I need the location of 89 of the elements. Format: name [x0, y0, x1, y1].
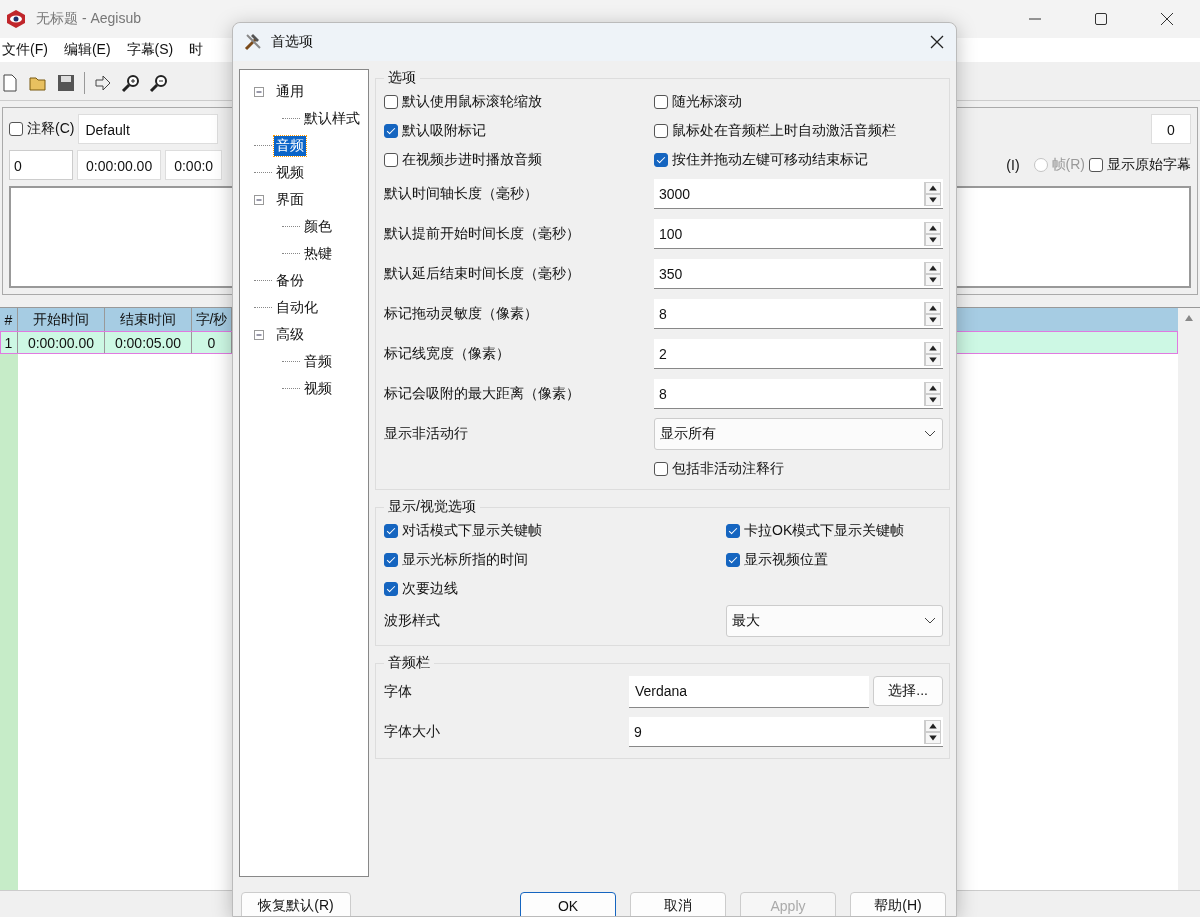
group-title: 音频栏 [387, 654, 431, 672]
start-time-field[interactable]: 0:00:00.00 [77, 150, 162, 180]
window-title: 无标题 - Aegisub [36, 10, 142, 28]
show-original-checkbox[interactable]: 显示原始字幕 [1089, 156, 1191, 174]
arrow-icon[interactable] [93, 73, 113, 93]
spin-up-icon[interactable] [925, 181, 941, 194]
number-field[interactable]: 350 [654, 259, 943, 289]
option-checkbox[interactable]: 鼠标处在音频栏上时自动激活音频栏 [654, 121, 896, 140]
option-checkbox[interactable]: 随光标滚动 [654, 92, 742, 111]
tree-item[interactable]: 视频 [302, 378, 334, 399]
dialog-button[interactable]: OK [520, 892, 616, 916]
menu-item[interactable]: 字幕(S) [124, 41, 182, 59]
chevron-down-icon [924, 430, 936, 438]
spin-up-icon[interactable] [925, 719, 941, 732]
close-icon[interactable] [930, 35, 944, 49]
field-label: 默认延后结束时间长度（毫秒） [384, 265, 581, 283]
spin-up-icon[interactable] [925, 301, 941, 314]
number-field[interactable]: 8 [654, 299, 943, 329]
option-checkbox[interactable]: 卡拉OK模式下显示关键帧 [726, 521, 905, 540]
number-field[interactable]: 2 [654, 339, 943, 369]
tree-item[interactable]: 界面 [274, 189, 306, 210]
option-checkbox[interactable]: 显示视频位置 [726, 550, 828, 569]
number-field[interactable]: 8 [654, 379, 943, 409]
field-label: 显示非活动行 [384, 425, 469, 443]
tree-item[interactable]: 备份 [274, 270, 306, 291]
tree-item[interactable]: 自动化 [274, 297, 320, 318]
tree-item[interactable]: 音频 [274, 135, 306, 156]
option-checkbox[interactable]: 次要边线 [384, 579, 458, 598]
field-label: 标记会吸附的最大距离（像素） [384, 385, 581, 403]
dialog-button[interactable]: 取消 [630, 892, 726, 916]
end-time-field[interactable]: 0:00:0 [165, 150, 223, 180]
line-number-field[interactable]: 0 [9, 150, 73, 180]
table-cell: 0:00:05.00 [105, 331, 192, 354]
option-checkbox[interactable]: 在视频步进时播放音频 [384, 150, 542, 169]
dropdown[interactable]: 最大 [726, 605, 943, 637]
chevron-down-icon [924, 617, 936, 625]
field-label: 字体大小 [384, 723, 441, 741]
menu-item[interactable]: 时 [187, 41, 212, 59]
option-checkbox[interactable]: 默认吸附标记 [384, 121, 486, 140]
collapse-icon[interactable] [254, 86, 264, 97]
tree-item[interactable]: 通用 [274, 81, 306, 102]
dialog-button[interactable]: 帮助(H) [850, 892, 946, 916]
collapse-icon[interactable] [254, 329, 264, 340]
font-field[interactable]: Verdana [629, 676, 870, 708]
option-checkbox[interactable]: 按住并拖动左键可移动结束标记 [654, 150, 868, 169]
menu-item[interactable]: 文件(F) [0, 41, 56, 59]
tree-item[interactable]: 热键 [302, 243, 334, 264]
tree-item[interactable]: 音频 [302, 351, 334, 372]
number-field[interactable]: 9 [629, 717, 943, 747]
group-title: 选项 [387, 69, 417, 87]
mode-label: (I) [1006, 157, 1020, 173]
dialog-title: 首选项 [271, 33, 313, 51]
field-label: 波形样式 [384, 612, 441, 630]
collapse-icon[interactable] [254, 194, 264, 205]
option-checkbox[interactable]: 显示光标所指的时间 [384, 550, 528, 569]
spin-up-icon[interactable] [925, 341, 941, 354]
choose-button[interactable]: 选择... [873, 676, 943, 706]
option-checkbox[interactable]: 默认使用鼠标滚轮缩放 [384, 92, 542, 111]
field-label: 默认时间轴长度（毫秒） [384, 185, 539, 203]
option-checkbox[interactable]: 对话模式下显示关键帧 [384, 521, 542, 540]
number-field[interactable]: 100 [654, 219, 943, 249]
option-checkbox[interactable]: 包括非活动注释行 [654, 459, 784, 478]
zoom-in-icon[interactable] [121, 73, 141, 93]
field-label: 标记拖动灵敏度（像素） [384, 305, 539, 323]
tree-item[interactable]: 视频 [274, 162, 306, 183]
field-label: 字体 [384, 683, 413, 701]
save-icon[interactable] [56, 73, 76, 93]
table-cell: 0:00:00.00 [18, 331, 105, 354]
tree-item[interactable]: 高级 [274, 324, 306, 345]
spin-up-icon[interactable] [925, 221, 941, 234]
tree-item[interactable]: 默认样式 [302, 108, 362, 129]
reset-button[interactable]: 恢复默认(R) [241, 892, 351, 916]
number-field[interactable]: 3000 [654, 179, 943, 209]
field-label: 标记线宽度（像素） [384, 345, 511, 363]
spin-up-icon[interactable] [925, 261, 941, 274]
scroll-up-icon[interactable] [1184, 314, 1194, 322]
tree-item[interactable]: 颜色 [302, 216, 334, 237]
menu-item[interactable]: 编辑(E) [61, 41, 119, 59]
comment-checkbox[interactable]: 注释(C) [9, 120, 75, 138]
app-logo-icon [6, 9, 26, 29]
layer-field[interactable]: 0 [1151, 114, 1191, 144]
dropdown[interactable]: 显示所有 [654, 418, 943, 450]
tools-icon [243, 32, 263, 52]
group-title: 显示/视觉选项 [387, 498, 477, 516]
spin-up-icon[interactable] [925, 381, 941, 394]
field-label: 默认提前开始时间长度（毫秒） [384, 225, 581, 243]
style-dropdown[interactable]: Default [78, 114, 219, 144]
new-file-icon[interactable] [0, 73, 20, 93]
zoom-out-icon[interactable] [149, 73, 169, 93]
